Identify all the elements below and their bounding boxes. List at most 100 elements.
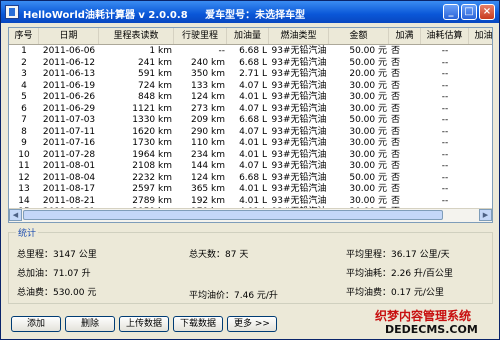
table-cell: 2011-06-26 (42, 92, 96, 102)
table-cell: 7 (21, 115, 27, 125)
table-row[interactable]: 6 2011-06-29 1121 km 273 km 4.07 L 93#无铅汽油 30.… (9, 103, 492, 115)
table-cell: -- (441, 172, 449, 183)
table-cell: 93#无铅汽油 (271, 195, 327, 206)
average-mileage: 平均里程：36.17 公里/天 (346, 250, 450, 260)
close-button[interactable]: × (479, 4, 495, 20)
table-cell: -- (441, 149, 449, 160)
table-cell: 否 (391, 103, 401, 114)
table-row[interactable]: 4 2011-06-19 724 km 133 km 4.07 L 93#无铅汽油 30.0… (9, 80, 492, 92)
table-cell: 2789 km (132, 195, 172, 206)
table-cell: 4.07 L (239, 103, 267, 114)
table-cell: 50.00 元 (349, 115, 387, 125)
table-cell: 4.07 L (239, 161, 267, 171)
app-icon (5, 5, 19, 19)
table-cell: 否 (391, 184, 401, 194)
scroll-left-icon[interactable]: ◀ (9, 209, 22, 221)
table-row[interactable]: 13 2011-08-17 2597 km 365 km 4.01 L 93#无铅汽油 30… (9, 183, 492, 195)
table-cell: 否 (391, 172, 401, 183)
column-header[interactable]: 金额 (329, 28, 389, 44)
more-button[interactable]: 更多 >> (227, 316, 277, 332)
table-cell: 2011-08-04 (42, 172, 96, 183)
column-header[interactable]: 油耗估算 (421, 28, 469, 44)
table-cell: 否 (391, 149, 401, 160)
table-cell (469, 149, 492, 161)
table-cell: 否 (391, 69, 401, 79)
column-header[interactable]: 燃油类型 (269, 28, 329, 44)
table-cell: 6.68 L (239, 172, 267, 183)
title-bar[interactable]: HelloWorld油耗计算器 v 2.0.0.8 爱车型号：未选择车型 _ □… (1, 1, 499, 23)
table-row[interactable]: 9 2011-07-16 1730 km 110 km 4.01 L 93#无铅汽油 30.… (9, 137, 492, 149)
table-cell: 1330 km (132, 115, 172, 125)
table-cell: 273 km (190, 103, 225, 114)
table-cell: 2011-07-03 (42, 115, 96, 125)
table-cell: 240 km (190, 57, 225, 68)
table-cell: 93#无铅汽油 (271, 46, 327, 56)
table-cell: 591 km (137, 69, 172, 79)
table-cell (469, 103, 492, 115)
table-cell: 30.00 元 (349, 138, 387, 148)
table-cell: 724 km (137, 80, 172, 91)
table-cell: -- (441, 103, 449, 114)
table-cell: 9 (21, 138, 27, 148)
table-cell: 否 (391, 115, 401, 125)
table-row[interactable]: 7 2011-07-03 1330 km 209 km 6.68 L 93#无铅汽油 50.… (9, 114, 492, 126)
delete-button[interactable]: 删除 (65, 316, 115, 332)
table-cell: 5 (21, 92, 27, 102)
table-row[interactable]: 12 2011-08-04 2232 km 124 km 6.68 L 93#无铅汽油 50… (9, 172, 492, 184)
watermark-url: DEDECMS.COM (385, 323, 478, 336)
statistics-title: 统计 (16, 226, 39, 239)
records-table[interactable]: 序号 日期 里程表读数 行驶里程 加油量 燃油类型 金额 加满 油耗估算 加油 1 2011-06-… (8, 27, 493, 223)
table-cell: -- (441, 195, 449, 206)
table-cell: 2011-06-29 (42, 103, 96, 114)
column-header[interactable]: 加油 (469, 28, 492, 44)
upload-button[interactable]: 上传数据 (119, 316, 169, 332)
add-button[interactable]: 添加 (11, 316, 61, 332)
table-row[interactable]: 5 2011-06-26 848 km 124 km 4.01 L 93#无铅汽油 30.0… (9, 91, 492, 103)
minimize-button[interactable]: _ (443, 4, 459, 20)
table-cell: -- (441, 69, 449, 79)
table-cell: 13 (18, 184, 30, 194)
table-cell: 50.00 元 (349, 172, 387, 183)
table-cell: 3 (21, 69, 27, 79)
table-cell: 110 km (190, 138, 225, 148)
table-cell (469, 45, 492, 57)
table-cell: 否 (391, 161, 401, 171)
table-cell: -- (441, 184, 449, 194)
table-cell: 365 km (190, 184, 225, 194)
table-cell: 1964 km (132, 149, 172, 160)
column-header[interactable]: 加满 (389, 28, 421, 44)
table-cell: 12 (18, 172, 30, 183)
download-button[interactable]: 下载数据 (173, 316, 223, 332)
table-cell: 209 km (190, 115, 225, 125)
window-title: HelloWorld油耗计算器 v 2.0.0.8 爱车型号：未选择车型 (23, 6, 319, 21)
column-header[interactable]: 里程表读数 (99, 28, 174, 44)
column-header[interactable]: 序号 (9, 28, 39, 44)
table-row[interactable]: 10 2011-07-28 1964 km 234 km 4.01 L 93#无铅汽油 30… (9, 149, 492, 161)
table-cell: 350 km (190, 69, 225, 79)
table-row[interactable]: 14 2011-08-21 2789 km 192 km 4.01 L 93#无铅汽油 30… (9, 195, 492, 207)
table-cell: 4.01 L (239, 92, 267, 102)
scroll-right-icon[interactable]: ▶ (479, 209, 492, 221)
column-header[interactable]: 日期 (39, 28, 99, 44)
table-row[interactable]: 3 2011-06-13 591 km 350 km 2.71 L 93#无铅汽油 20.0… (9, 68, 492, 80)
column-header[interactable]: 行驶里程 (174, 28, 227, 44)
column-header[interactable]: 加油量 (227, 28, 269, 44)
table-row[interactable]: 1 2011-06-06 1 km -- 6.68 L 93#无铅汽油 50.00 元否 -- (9, 45, 492, 57)
table-cell: 241 km (137, 57, 172, 68)
table-cell: 93#无铅汽油 (271, 138, 327, 148)
table-cell: 2011-06-06 (42, 46, 96, 56)
table-cell: 30.00 元 (349, 149, 387, 160)
table-cell: 50.00 元 (349, 46, 387, 56)
horizontal-scrollbar[interactable]: ◀ ▶ (9, 208, 492, 222)
table-row[interactable]: 11 2011-08-01 2108 km 144 km 4.07 L 93#无铅汽油 30… (9, 160, 492, 172)
table-cell: 20.00 元 (349, 69, 387, 79)
table-cell: 2011-07-16 (42, 138, 96, 148)
table-cell (469, 160, 492, 172)
table-row[interactable]: 8 2011-07-11 1620 km 290 km 4.07 L 93#无铅汽油 30.… (9, 126, 492, 138)
maximize-button[interactable]: □ (461, 4, 477, 20)
table-row[interactable]: 2 2011-06-12 241 km 240 km 6.68 L 93#无铅汽油 50.0… (9, 57, 492, 69)
table-cell: 2108 km (132, 161, 172, 171)
table-cell: 4.01 L (239, 149, 267, 160)
table-cell: 否 (391, 92, 401, 102)
scrollbar-thumb[interactable] (23, 210, 443, 220)
